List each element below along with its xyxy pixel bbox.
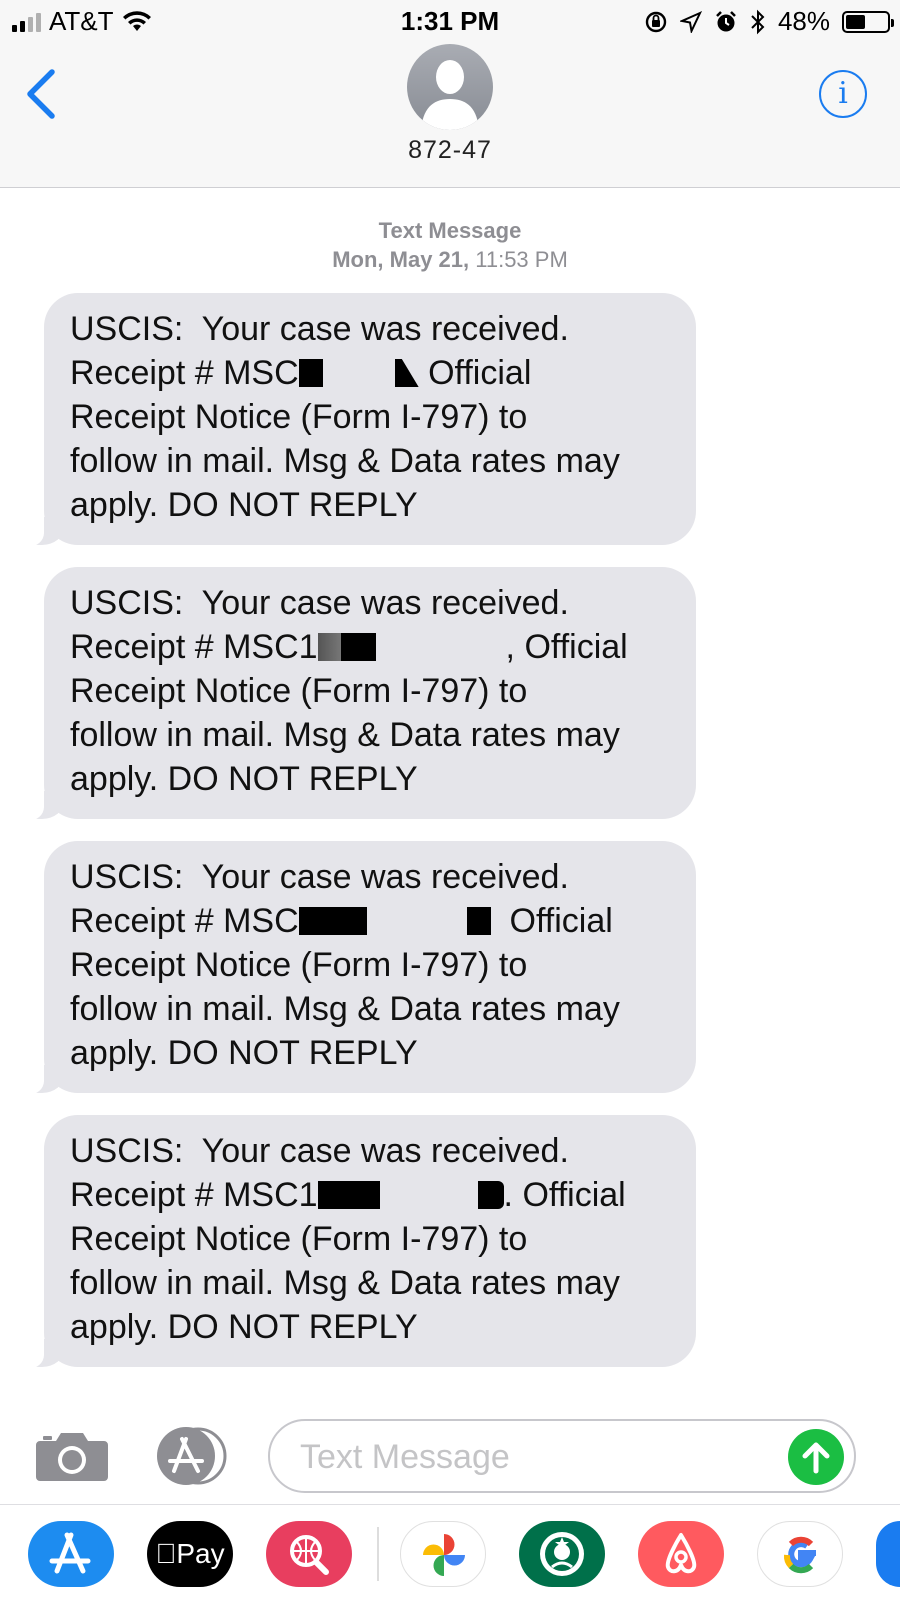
send-button[interactable]: [788, 1429, 844, 1485]
redaction-box: [298, 907, 367, 935]
google-photos-icon[interactable]: [400, 1521, 486, 1587]
battery-icon: [842, 10, 894, 33]
message-date: Mon, May 21,: [332, 247, 470, 272]
redaction-box: [298, 359, 323, 387]
redaction-box: [394, 359, 419, 387]
redaction-box: [317, 633, 376, 661]
message-type-label: Text Message: [378, 218, 522, 243]
contact-avatar[interactable]: [407, 44, 493, 130]
person-silhouette-icon: [421, 60, 479, 130]
orientation-lock-icon: [645, 11, 667, 32]
redaction-box: [317, 1181, 380, 1209]
apple-logo-icon: : [155, 1538, 176, 1569]
google-icon[interactable]: [757, 1521, 843, 1587]
bluetooth-icon: [751, 9, 765, 34]
conversation-header: AT&T 1:31 PM 48% 872-47 i: [0, 0, 900, 188]
image-search-icon[interactable]: [266, 1521, 352, 1587]
back-chevron-icon[interactable]: [22, 66, 62, 126]
info-icon[interactable]: i: [819, 70, 867, 118]
drawer-divider: [377, 1527, 379, 1581]
message-input-field[interactable]: [268, 1419, 856, 1493]
app-store-icon[interactable]: [28, 1521, 114, 1587]
airbnb-icon[interactable]: [638, 1521, 724, 1587]
more-app-icon[interactable]: [876, 1521, 900, 1587]
location-icon: [679, 10, 702, 33]
camera-icon[interactable]: [36, 1429, 108, 1481]
message-time: 11:53 PM: [475, 247, 568, 272]
contact-number[interactable]: 872-47: [0, 136, 900, 165]
battery-percent: 48%: [777, 6, 830, 36]
redaction-box: [466, 907, 491, 935]
message-bubble[interactable]: USCIS: Your case was received. Receipt #…: [18, 293, 696, 547]
message-bubble[interactable]: USCIS: Your case was received. Receipt #…: [18, 567, 696, 821]
arrow-up-icon: [802, 1442, 830, 1474]
alarm-icon: [716, 10, 736, 31]
apple-pay-icon[interactable]: Pay: [147, 1521, 233, 1587]
message-bubble[interactable]: USCIS: Your case was received. Receipt #…: [18, 841, 696, 1095]
thread-timestamp: Text Message Mon, May 21, 11:53 PM: [0, 216, 900, 274]
app-drawer: Pay: [0, 1504, 900, 1601]
status-bar: AT&T 1:31 PM 48%: [0, 0, 900, 42]
app-store-drawer-icon[interactable]: [152, 1427, 230, 1485]
starbucks-icon[interactable]: [519, 1521, 605, 1587]
message-input[interactable]: [298, 1431, 772, 1483]
redaction-box: [477, 1181, 504, 1209]
message-bubble[interactable]: USCIS: Your case was received. Receipt #…: [18, 1115, 696, 1369]
